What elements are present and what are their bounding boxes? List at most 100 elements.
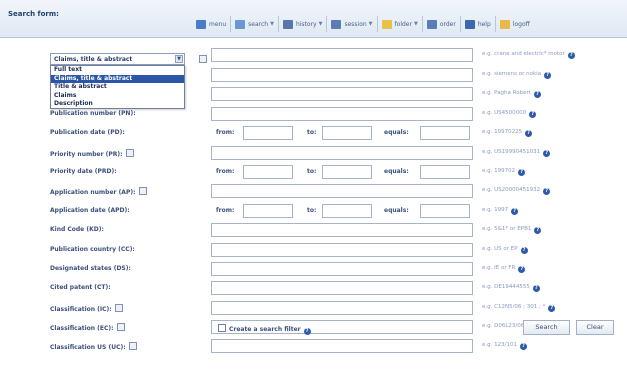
- page-title: Search form:: [8, 10, 59, 18]
- date-from-input[interactable]: [243, 165, 293, 179]
- text-field[interactable]: [211, 146, 473, 160]
- field-label-text: Classification (EC):: [50, 325, 114, 332]
- toolbar-search-button[interactable]: search ▼: [230, 16, 278, 32]
- text-field[interactable]: [211, 107, 473, 121]
- toolbar-logoff-button[interactable]: logoff: [494, 16, 534, 32]
- toolbar-order-button[interactable]: order: [421, 16, 460, 32]
- date-equals-input[interactable]: [420, 165, 470, 179]
- chevron-down-icon[interactable]: ▼: [175, 55, 183, 63]
- field-select[interactable]: Claims, title & abstract ▼: [50, 53, 185, 65]
- field-label: Publication number (PN):: [50, 110, 136, 117]
- help-icon[interactable]: ?: [520, 247, 528, 254]
- field-hint: e.g. 123/101?: [482, 342, 527, 350]
- help-icon[interactable]: ?: [533, 91, 541, 98]
- dropdown-option[interactable]: Claims, title & abstract: [51, 74, 184, 83]
- clear-button[interactable]: Clear: [576, 320, 614, 335]
- field-label-text: Application number (AP):: [50, 189, 136, 196]
- field-hint-text: e.g. 199702: [482, 168, 516, 174]
- date-from-input[interactable]: [243, 126, 293, 140]
- form-row: Classification (IC): e.g. C12N5/06 ; 301 …: [0, 301, 627, 315]
- help-icon[interactable]: ?: [543, 188, 551, 195]
- field-hint-text: e.g. siemens or nokia: [482, 71, 542, 77]
- field-hint-text: e.g. IE or FR: [482, 265, 516, 271]
- toolbar-menu-button[interactable]: menu: [192, 16, 230, 32]
- field-hint: e.g. Pagha Robert?: [482, 90, 541, 98]
- list-icon[interactable]: [114, 304, 123, 312]
- help-icon[interactable]: ?: [518, 169, 526, 176]
- toolbar-label: history: [295, 20, 317, 28]
- help-icon[interactable]: ?: [548, 305, 556, 312]
- help-icon[interactable]: ?: [519, 343, 527, 350]
- field-hint-text: e.g. 123/101: [482, 342, 517, 348]
- text-field[interactable]: [211, 301, 473, 315]
- list-icon[interactable]: [116, 323, 125, 331]
- chevron-down-icon: ▼: [413, 21, 418, 27]
- text-field[interactable]: [211, 339, 473, 353]
- help-icon[interactable]: ?: [511, 208, 519, 215]
- date-to-input[interactable]: [322, 165, 372, 179]
- help-icon[interactable]: ?: [543, 150, 551, 157]
- help-icon[interactable]: ?: [532, 285, 540, 292]
- toolbar-session-button[interactable]: session ▼: [326, 16, 376, 32]
- dropdown-option[interactable]: Full text: [51, 66, 184, 75]
- form-row: Application number (AP): e.g. US200004519…: [0, 184, 627, 198]
- form-row: Application date (APD): from: to: equals: e.…: [0, 204, 627, 218]
- date-from-input[interactable]: [243, 204, 293, 218]
- field-label-text: Application date (APD):: [50, 207, 130, 214]
- help-icon[interactable]: ?: [518, 266, 526, 273]
- text-field[interactable]: [211, 281, 473, 295]
- toolbar-help-button[interactable]: help: [459, 16, 495, 32]
- help-icon[interactable]: ?: [529, 111, 537, 118]
- toolbar-label: search: [248, 20, 269, 28]
- text-field[interactable]: [211, 87, 473, 101]
- list-icon[interactable]: [128, 342, 137, 350]
- date-equals-input[interactable]: [420, 126, 470, 140]
- field-label: Classification US (UC):: [50, 342, 137, 351]
- search-filter-checkbox[interactable]: [218, 324, 226, 332]
- field-select-options: Full text Claims, title & abstract Title &…: [50, 65, 185, 109]
- field-label-text: Designated states (DS):: [50, 265, 131, 272]
- search-button[interactable]: Search: [523, 320, 570, 335]
- field-hint: e.g. 1997?: [482, 207, 519, 215]
- field-hint-text: e.g. US20000451932: [482, 187, 541, 193]
- list-icon[interactable]: [199, 55, 207, 63]
- search-icon: [235, 19, 246, 29]
- help-icon[interactable]: ?: [544, 72, 552, 79]
- dropdown-option[interactable]: Title & abstract: [51, 83, 184, 92]
- text-field[interactable]: [211, 48, 473, 62]
- text-field[interactable]: [211, 68, 473, 82]
- date-equals-input[interactable]: [420, 204, 470, 218]
- field-hint-text: e.g. crane and electric* motor: [482, 51, 565, 57]
- toolbar-label: folder: [394, 20, 412, 28]
- field-label-text: Classification (IC):: [50, 306, 112, 313]
- form-row: Publication date (PD): from: to: equals: e.g…: [0, 126, 627, 140]
- toolbar-folder-button[interactable]: folder ▼: [376, 16, 422, 32]
- field-hint-text: e.g. 1997: [482, 207, 509, 213]
- top-bar: Search form: menu search ▼ history ▼ session ▼…: [0, 0, 627, 38]
- date-from-label: from:: [216, 129, 235, 136]
- toolbar-history-button[interactable]: history ▼: [277, 16, 327, 32]
- date-to-input[interactable]: [322, 126, 372, 140]
- dropdown-option[interactable]: Claims: [51, 92, 184, 101]
- help-icon[interactable]: ?: [534, 227, 542, 234]
- field-hint: e.g. crane and electric* motor?: [482, 51, 575, 59]
- dropdown-option[interactable]: Description: [51, 100, 184, 109]
- field-hint: e.g. 5&1* or EPB1?: [482, 226, 542, 234]
- help-icon[interactable]: ?: [525, 130, 533, 137]
- field-label-text: Priority date (PRD):: [50, 168, 117, 175]
- field-hint-text: e.g. DE19444555: [482, 284, 530, 290]
- field-hint: e.g. IE or FR?: [482, 265, 526, 273]
- search-filter-checkbox-row: Create a search filter?: [218, 324, 311, 335]
- list-icon[interactable]: [125, 149, 134, 157]
- field-select-value: Claims, title & abstract: [54, 56, 133, 63]
- text-field[interactable]: [211, 243, 473, 257]
- help-icon[interactable]: ?: [567, 52, 575, 59]
- text-field[interactable]: [211, 184, 473, 198]
- text-field[interactable]: [211, 223, 473, 237]
- form-row: Publication number (PN): e.g. US4500000?: [0, 107, 627, 121]
- help-icon[interactable]: ?: [303, 328, 311, 335]
- text-field[interactable]: [211, 262, 473, 276]
- date-to-input[interactable]: [322, 204, 372, 218]
- list-icon[interactable]: [138, 187, 147, 195]
- date-equals-label: equals:: [384, 129, 409, 136]
